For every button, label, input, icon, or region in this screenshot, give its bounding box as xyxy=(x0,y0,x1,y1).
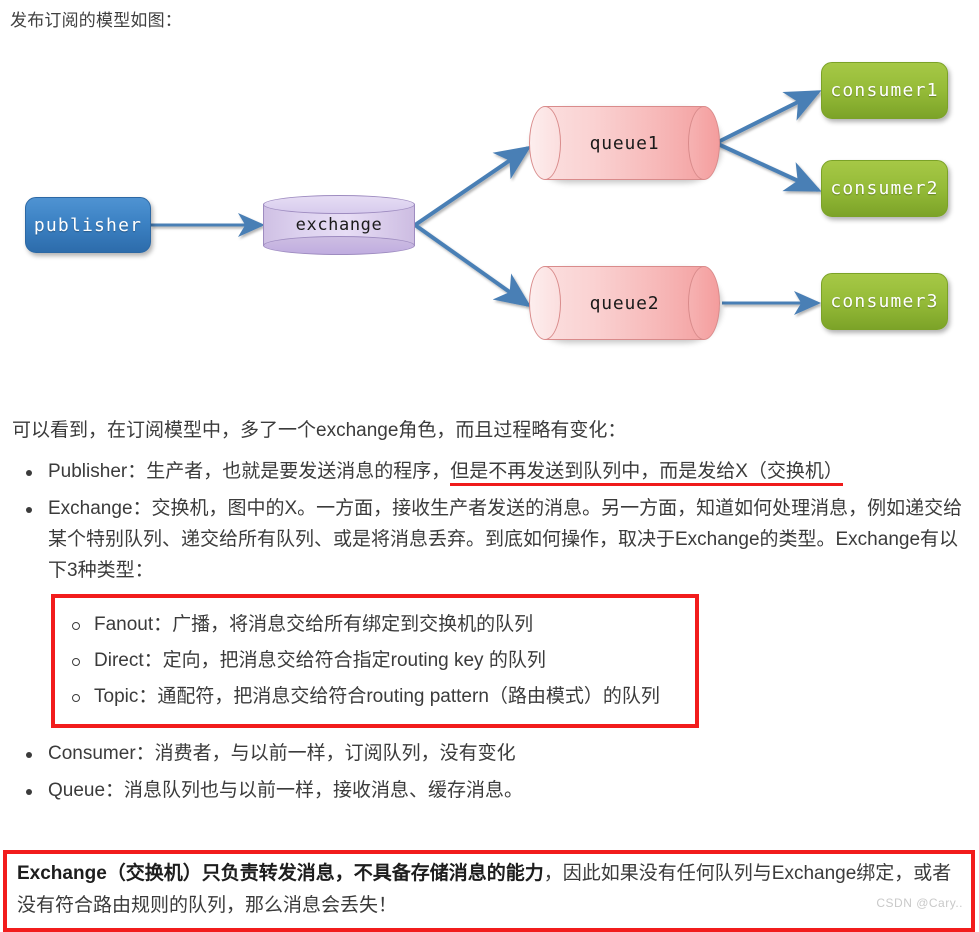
diagram-node-consumer2-label: consumer2 xyxy=(830,178,939,199)
diagram-node-publisher: publisher xyxy=(25,197,151,253)
list-item-fanout: Fanout：广播，将消息交给所有绑定到交换机的队列 xyxy=(55,607,695,643)
publisher-underlined-text: 但是不再发送到队列中，而是发给X（交换机） xyxy=(450,461,843,486)
exchange-description: Exchange：交换机，图中的X。一方面，接收生产者发送的消息。另一方面，知道… xyxy=(48,498,963,581)
queue1-cylinder-cap-left xyxy=(529,106,561,180)
queue2-cylinder-cap-left xyxy=(529,266,561,340)
publish-subscribe-diagram: publisher exchange queue1 queue2 consume… xyxy=(0,40,979,395)
list-item-exchange: Exchange：交换机，图中的X。一方面，接收生产者发送的消息。另一方面，知道… xyxy=(0,493,979,586)
edge-queue1-consumer2 xyxy=(717,142,822,192)
list-item-direct: Direct：定向，把消息交给符合指定routing key 的队列 xyxy=(55,643,695,679)
list-item-queue: Queue：消息队列也与以前一样，接收消息、缓存消息。 xyxy=(0,775,979,806)
diagram-node-exchange: exchange xyxy=(263,195,415,255)
role-list-continued: Consumer：消费者，与以前一样，订阅队列，没有变化 Queue：消息队列也… xyxy=(0,738,979,806)
diagram-node-consumer3-label: consumer3 xyxy=(830,291,939,312)
queue1-cylinder-cap-right xyxy=(688,106,720,180)
diagram-node-consumer1-label: consumer1 xyxy=(830,80,939,101)
queue-description: Queue：消息队列也与以前一样，接收消息、缓存消息。 xyxy=(48,780,524,801)
publisher-plain-text: Publisher：生产者，也就是要发送消息的程序， xyxy=(48,461,451,482)
diagram-node-queue1-label: queue1 xyxy=(589,132,660,154)
edge-exchange-queue1 xyxy=(413,145,532,227)
queue2-cylinder-cap-right xyxy=(688,266,720,340)
edge-exchange-queue2 xyxy=(413,223,532,308)
topic-text: Topic：通配符，把消息交给符合routing pattern（路由模式）的队… xyxy=(94,686,660,707)
exchange-warning-callout: Exchange（交换机）只负责转发消息，不具备存储消息的能力，因此如果没有任何… xyxy=(3,850,975,932)
list-item-consumer: Consumer：消费者，与以前一样，订阅队列，没有变化 xyxy=(0,738,979,769)
lead-paragraph: 可以看到，在订阅模型中，多了一个exchange角色，而且过程略有变化： xyxy=(12,420,627,441)
exchange-cylinder-top xyxy=(263,195,415,214)
article-body: 可以看到，在订阅模型中，多了一个exchange角色，而且过程略有变化： Pub… xyxy=(0,415,979,812)
diagram-node-queue2: queue2 xyxy=(529,266,720,340)
list-item-topic: Topic：通配符，把消息交给符合routing pattern（路由模式）的队… xyxy=(55,679,695,715)
edge-queue1-consumer1 xyxy=(717,90,822,144)
exchange-cylinder-bottom xyxy=(263,236,415,255)
diagram-node-publisher-label: publisher xyxy=(33,214,143,236)
intro-text: 发布订阅的模型如图： xyxy=(10,11,182,30)
diagram-node-consumer2: consumer2 xyxy=(821,160,948,217)
diagram-node-queue1: queue1 xyxy=(529,106,720,180)
diagram-node-queue2-label: queue2 xyxy=(589,292,660,314)
direct-text: Direct：定向，把消息交给符合指定routing key 的队列 xyxy=(94,650,546,671)
fanout-text: Fanout：广播，将消息交给所有绑定到交换机的队列 xyxy=(94,614,534,635)
diagram-node-exchange-label: exchange xyxy=(295,215,383,235)
exchange-types-list: Fanout：广播，将消息交给所有绑定到交换机的队列 Direct：定向，把消息… xyxy=(55,607,695,715)
csdn-watermark: CSDN @Cary.. xyxy=(876,896,963,910)
diagram-node-consumer1: consumer1 xyxy=(821,62,948,119)
consumer-description: Consumer：消费者，与以前一样，订阅队列，没有变化 xyxy=(48,743,516,764)
exchange-types-redbox: Fanout：广播，将消息交给所有绑定到交换机的队列 Direct：定向，把消息… xyxy=(51,594,699,728)
callout-bold-text: Exchange（交换机）只负责转发消息，不具备存储消息的能力 xyxy=(17,863,544,884)
list-item-publisher: Publisher：生产者，也就是要发送消息的程序，但是不再发送到队列中，而是发… xyxy=(0,456,979,487)
diagram-node-consumer3: consumer3 xyxy=(821,273,948,330)
role-list: Publisher：生产者，也就是要发送消息的程序，但是不再发送到队列中，而是发… xyxy=(0,456,979,586)
